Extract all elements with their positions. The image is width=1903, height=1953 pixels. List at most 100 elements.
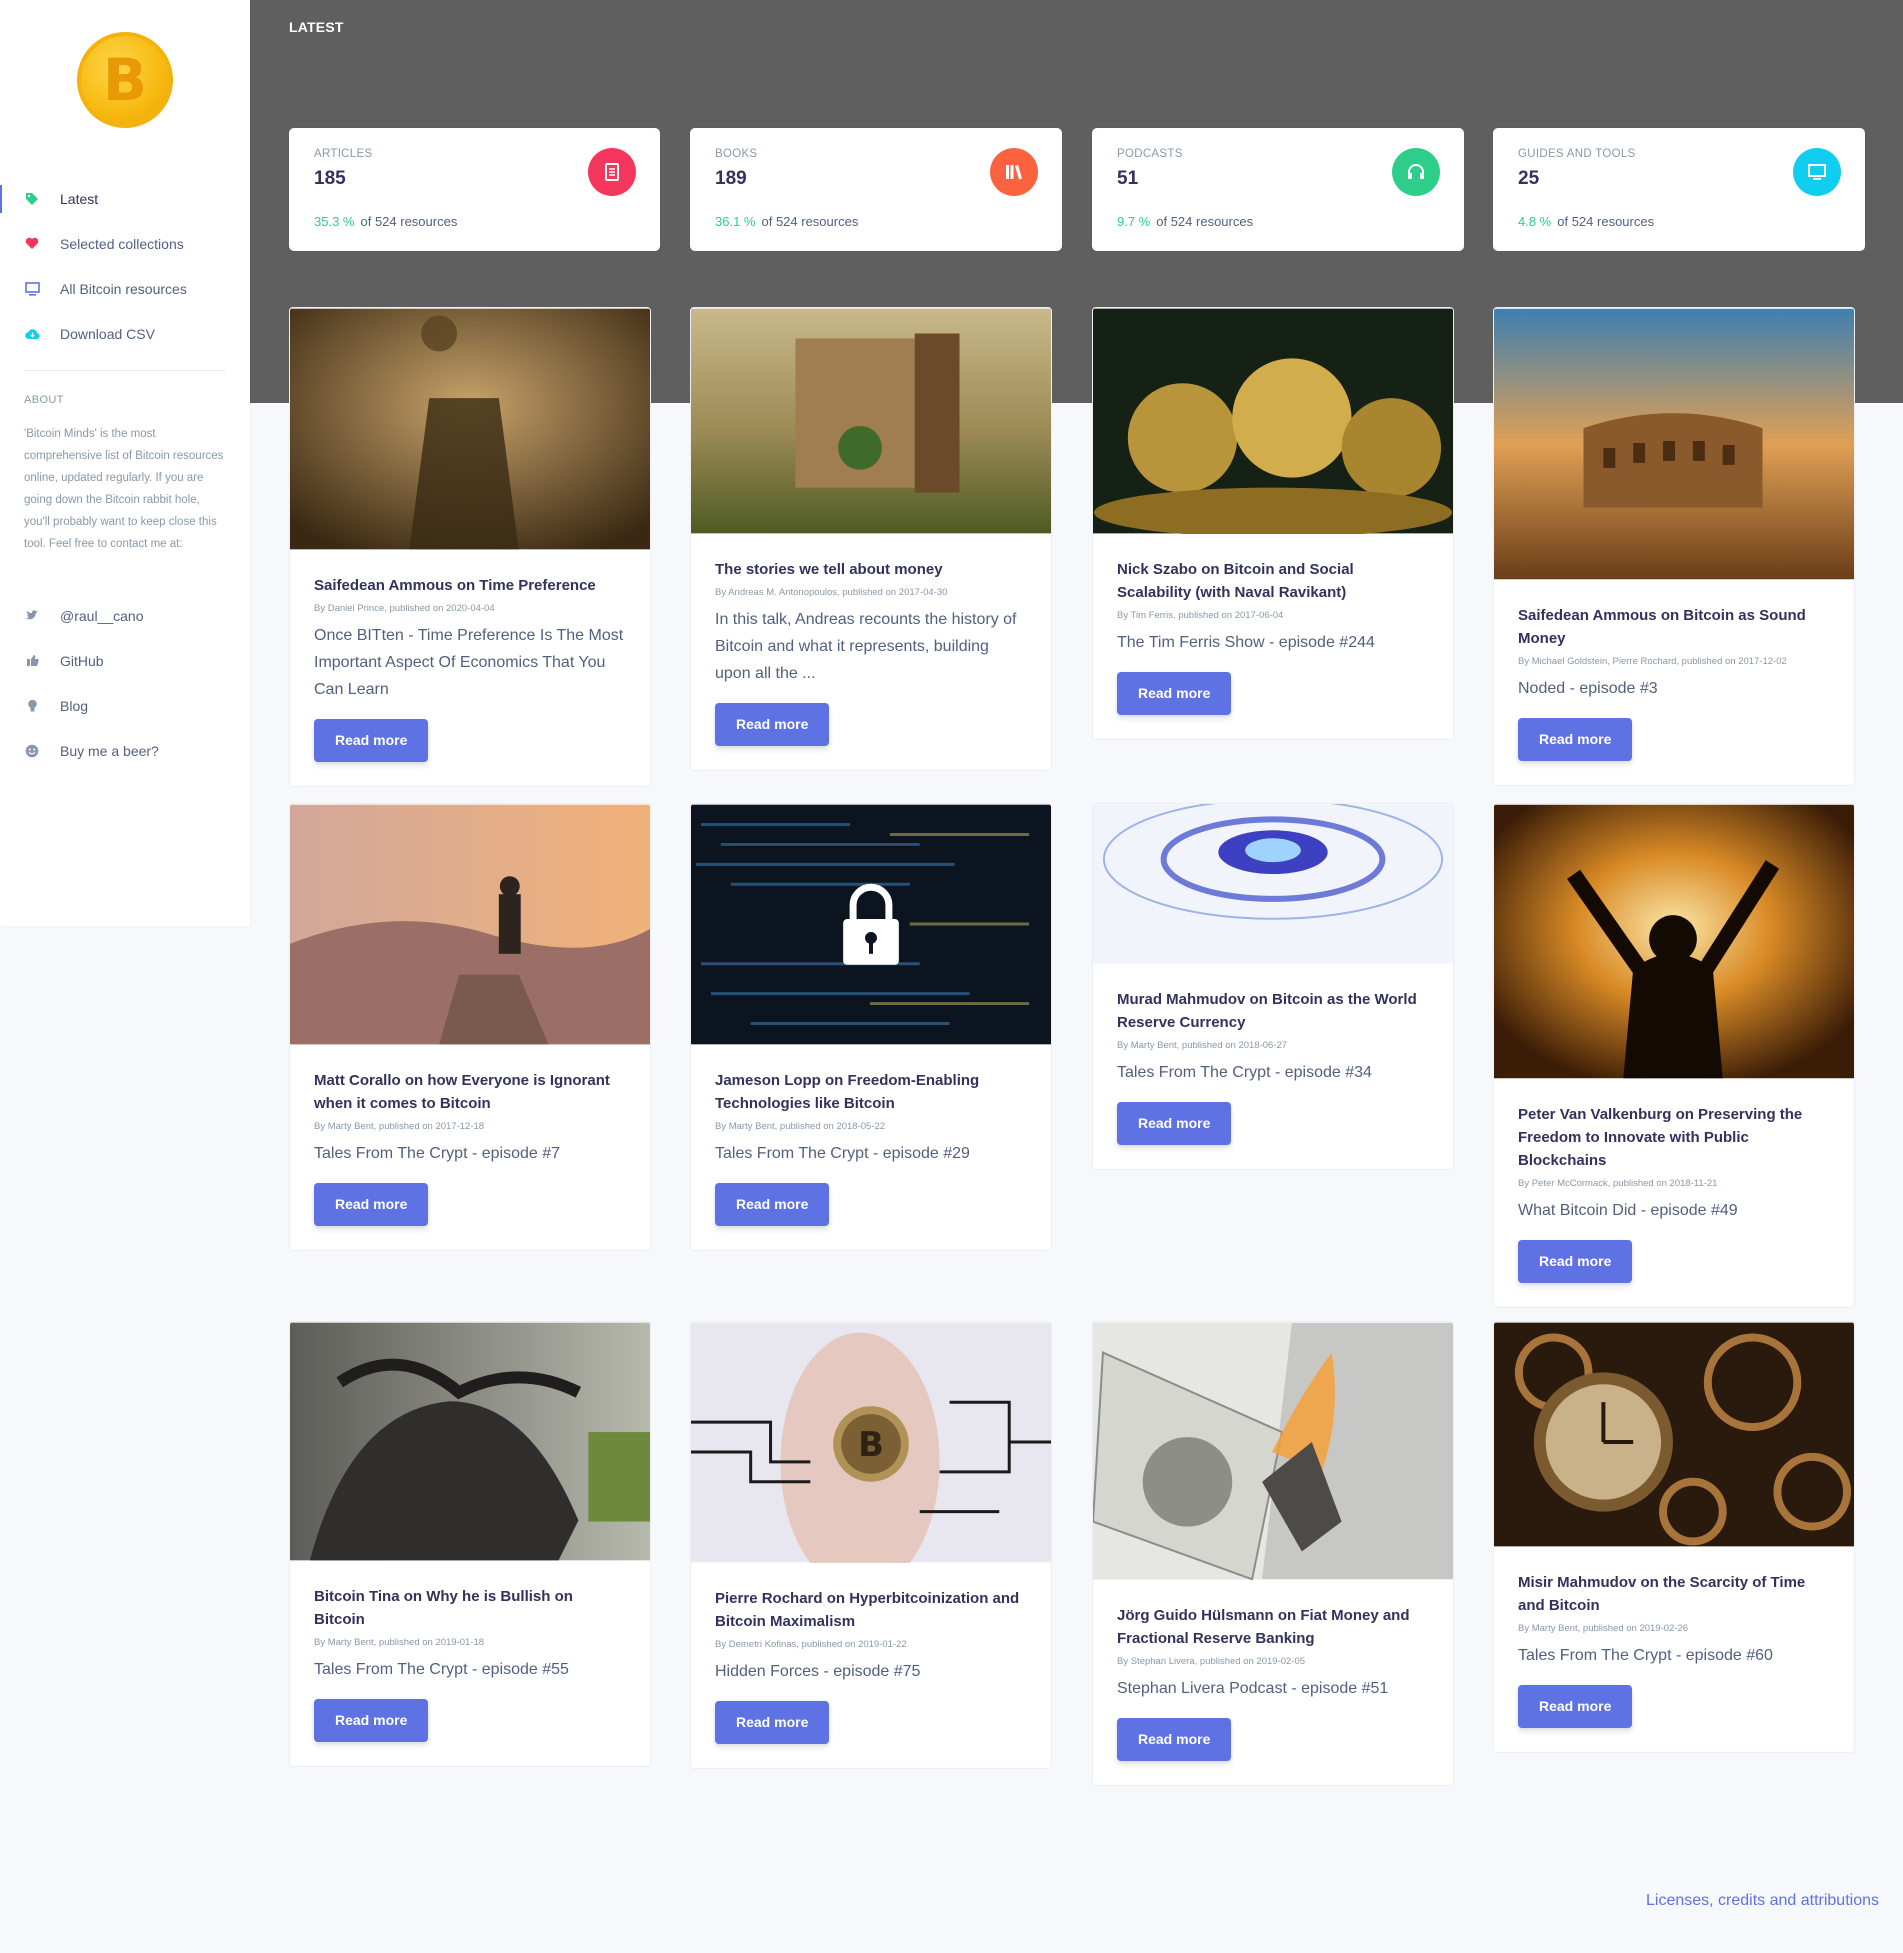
heart-icon	[24, 236, 40, 252]
page-title: LATEST	[289, 19, 344, 35]
monitor-icon	[1793, 148, 1841, 196]
resource-card: Saifedean Ammous on Bitcoin as Sound Mon…	[1493, 307, 1855, 786]
card-meta: By Andreas M. Antonopoulos, published on…	[715, 587, 948, 598]
monitor-icon	[24, 281, 40, 297]
link-twitter[interactable]: @raul__cano	[0, 593, 250, 638]
resource-card: Jörg Guido Hülsmann on Fiat Money and Fr…	[1092, 1321, 1454, 1786]
link-buy-beer[interactable]: Buy me a beer?	[0, 728, 250, 773]
read-more-button[interactable]: Read more	[1117, 672, 1232, 715]
books-icon	[990, 148, 1038, 196]
stat-suffix: of 524 resources	[761, 214, 859, 229]
nav-all-bitcoin-resources[interactable]: All Bitcoin resources	[0, 266, 250, 311]
card-image[interactable]	[290, 804, 650, 1045]
stat-title: ARTICLES	[314, 148, 373, 160]
licenses-link[interactable]: Licenses, credits and attributions	[1646, 1892, 1879, 1910]
read-more-button[interactable]: Read more	[715, 703, 830, 746]
card-title[interactable]: Jörg Guido Hülsmann on Fiat Money and Fr…	[1117, 1604, 1429, 1650]
resource-card: Matt Corallo on how Everyone is Ignorant…	[289, 803, 651, 1251]
stat-footer: 4.8 % of 524 resources	[1518, 214, 1654, 229]
read-more-button[interactable]: Read more	[715, 1183, 830, 1226]
card-meta: By Marty Bent, published on 2019-02-26	[1518, 1623, 1689, 1634]
nav-label: Download CSV	[60, 325, 155, 342]
read-more-button[interactable]: Read more	[1518, 1685, 1633, 1728]
contact-links: @raul__cano GitHub Blog Buy me a beer?	[0, 593, 250, 773]
card-image[interactable]	[1093, 804, 1453, 964]
card-image[interactable]	[1093, 1322, 1453, 1580]
thumbs-up-icon	[24, 653, 40, 669]
link-github[interactable]: GitHub	[0, 638, 250, 683]
card-title[interactable]: Jameson Lopp on Freedom-Enabling Technol…	[715, 1069, 1027, 1115]
card-image[interactable]	[691, 308, 1051, 534]
card-image[interactable]	[691, 804, 1051, 1045]
tag-icon	[24, 191, 40, 207]
card-description: Stephan Livera Podcast - episode #51	[1117, 1680, 1389, 1697]
stat-suffix: of 524 resources	[360, 214, 458, 229]
card-title[interactable]: Saifedean Ammous on Time Preference	[314, 574, 626, 597]
read-more-button[interactable]: Read more	[1117, 1718, 1232, 1761]
link-blog[interactable]: Blog	[0, 683, 250, 728]
card-meta: By Marty Bent, published on 2017-12-18	[314, 1121, 485, 1132]
stat-card-articles: ARTICLES 185 35.3 % of 524 resources	[289, 128, 660, 251]
stat-title: PODCASTS	[1117, 148, 1183, 160]
card-image[interactable]	[1093, 308, 1453, 534]
read-more-button[interactable]: Read more	[314, 719, 429, 762]
read-more-button[interactable]: Read more	[314, 1183, 429, 1226]
card-title[interactable]: The stories we tell about money	[715, 558, 1027, 581]
stat-footer: 9.7 % of 524 resources	[1117, 214, 1253, 229]
nav-latest[interactable]: Latest	[0, 176, 250, 221]
bitcoin-logo-glyph: B	[102, 46, 148, 114]
stat-card-guides-tools: GUIDES AND TOOLS 25 4.8 % of 524 resource…	[1493, 128, 1865, 251]
card-title[interactable]: Bitcoin Tina on Why he is Bullish on Bit…	[314, 1585, 626, 1631]
card-title[interactable]: Matt Corallo on how Everyone is Ignorant…	[314, 1069, 626, 1115]
card-meta: By Peter McCormack, published on 2018-11…	[1518, 1178, 1718, 1189]
card-description: Tales From The Crypt - episode #7	[314, 1145, 561, 1162]
resource-card: The stories we tell about money By Andre…	[690, 307, 1052, 771]
card-description: Hidden Forces - episode #75	[715, 1663, 921, 1680]
bitcoin-logo[interactable]: B	[77, 32, 173, 128]
sidebar-nav: Latest Selected collections All Bitcoin …	[0, 176, 250, 356]
resource-card: Jameson Lopp on Freedom-Enabling Technol…	[690, 803, 1052, 1251]
nav-download-csv[interactable]: Download CSV	[0, 311, 250, 356]
stat-percent: 36.1 %	[715, 214, 756, 229]
nav-selected-collections[interactable]: Selected collections	[0, 221, 250, 266]
nav-label: Selected collections	[60, 235, 184, 252]
svg-text:B: B	[858, 1425, 884, 1464]
stat-suffix: of 524 resources	[1156, 214, 1254, 229]
resource-card: Nick Szabo on Bitcoin and Social Scalabi…	[1092, 307, 1454, 740]
card-meta: By Stephan Livera, published on 2019-02-…	[1117, 1656, 1306, 1667]
card-image[interactable]	[290, 308, 650, 550]
card-description: The Tim Ferris Show - episode #244	[1117, 634, 1375, 651]
card-meta: By Marty Bent, published on 2018-05-22	[715, 1121, 886, 1132]
read-more-button[interactable]: Read more	[1117, 1102, 1232, 1145]
read-more-button[interactable]: Read more	[1518, 718, 1633, 761]
card-image[interactable]	[290, 1322, 650, 1561]
link-label: Buy me a beer?	[60, 742, 159, 759]
resource-card: B Pierre Rochard on Hyperbitcoinization …	[690, 1321, 1052, 1769]
stat-card-books: BOOKS 189 36.1 % of 524 resources	[690, 128, 1062, 251]
headphones-icon	[1392, 148, 1440, 196]
document-icon	[588, 148, 636, 196]
stat-value: 185	[314, 168, 346, 189]
card-title[interactable]: Saifedean Ammous on Bitcoin as Sound Mon…	[1518, 604, 1830, 650]
card-title[interactable]: Peter Van Valkenburg on Preserving the F…	[1518, 1103, 1830, 1172]
read-more-button[interactable]: Read more	[715, 1701, 830, 1744]
about-text: 'Bitcoin Minds' is the most comprehensiv…	[24, 428, 224, 550]
card-title[interactable]: Pierre Rochard on Hyperbitcoinization an…	[715, 1587, 1027, 1633]
stat-suffix: of 524 resources	[1557, 214, 1655, 229]
card-image[interactable]	[1494, 804, 1854, 1079]
card-title[interactable]: Murad Mahmudov on Bitcoin as the World R…	[1117, 988, 1429, 1034]
resource-card: Misir Mahmudov on the Scarcity of Time a…	[1493, 1321, 1855, 1753]
resource-card: Peter Van Valkenburg on Preserving the F…	[1493, 803, 1855, 1308]
card-meta: By Marty Bent, published on 2018-06-27	[1117, 1040, 1288, 1051]
card-title[interactable]: Nick Szabo on Bitcoin and Social Scalabi…	[1117, 558, 1429, 604]
stat-footer: 35.3 % of 524 resources	[314, 214, 457, 229]
card-image[interactable]: B	[691, 1322, 1051, 1563]
nav-label: Latest	[60, 190, 99, 207]
read-more-button[interactable]: Read more	[314, 1699, 429, 1742]
card-image[interactable]	[1494, 1322, 1854, 1547]
card-image[interactable]	[1494, 308, 1854, 580]
read-more-button[interactable]: Read more	[1518, 1240, 1633, 1283]
stat-percent: 9.7 %	[1117, 214, 1151, 229]
card-title[interactable]: Misir Mahmudov on the Scarcity of Time a…	[1518, 1571, 1830, 1617]
stat-percent: 35.3 %	[314, 214, 355, 229]
